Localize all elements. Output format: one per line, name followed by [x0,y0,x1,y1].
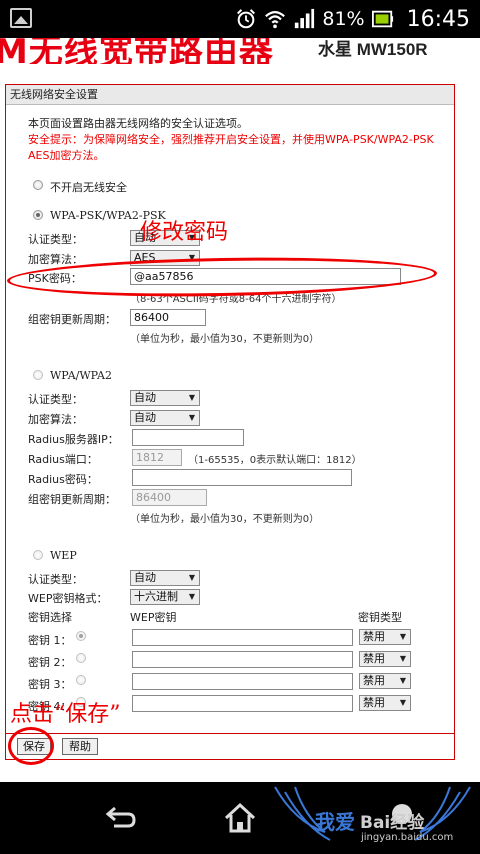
wpa-psk-rekey-hint: （单位为秒，最小值为30，不更新则为0） [130,334,320,345]
wep-key-1-type-select[interactable]: 禁用 [359,629,411,645]
router-banner: M无线宽带路由器 水星 MW150R [0,38,480,64]
wpa-auth-type-select[interactable]: 自动 [130,390,200,406]
watermark-brand: Bai经验 [360,813,425,833]
battery-icon [371,10,393,28]
android-nav-bar: 我爱 Bai经验 jingyan.baidu.com [0,782,480,854]
radius-password-label: Radius密码： [28,473,98,486]
wpa-psk-encryption-label: 加密算法： [28,253,83,266]
annotation-click-save: 点击“保存” [10,702,121,727]
help-button[interactable]: 帮助 [62,738,98,755]
wep-key-4-type-select[interactable]: 禁用 [359,695,411,711]
radio-wep[interactable] [33,550,43,560]
wifi-icon [265,11,286,29]
wep-key-3-input[interactable] [132,673,353,690]
gallery-notification-icon [10,8,32,28]
clock: 16:45 [406,6,470,32]
home-icon[interactable] [222,800,258,836]
alarm-icon [237,9,256,29]
col-wep-key: WEP密钥 [130,611,177,624]
wpa-rekey-input[interactable]: 86400 [132,489,207,506]
panel-description: 本页面设置路由器无线网络的安全认证选项。 [28,117,248,130]
radius-port-input[interactable]: 1812 [132,449,182,466]
wep-key-1-input[interactable] [132,629,353,646]
wep-label: WEP [50,549,77,562]
annotation-save-ellipse [8,727,54,765]
radius-ip-input[interactable] [132,429,244,446]
radio-wpa-psk[interactable] [33,210,43,220]
wep-key-4-input[interactable] [132,695,353,712]
wpa-psk-auth-type-label: 认证类型： [28,233,83,246]
wep-auth-type-label: 认证类型： [28,573,83,586]
wep-key-1-radio[interactable] [76,631,86,641]
panel-title: 无线网络安全设置 [6,85,454,105]
wep-auth-type-select[interactable]: 自动 [130,570,200,586]
radius-port-label: Radius端口： [28,453,98,466]
wpa-label: WPA/WPA2 [50,369,112,382]
status-bar: 81% 16:45 [0,0,480,38]
watermark-prefix: 我爱 [315,810,355,834]
radius-password-input[interactable] [132,469,352,486]
wep-key-1-label: 密钥 1： [28,634,72,647]
watermark-url: jingyan.baidu.com [361,832,454,843]
wep-key-format-select[interactable]: 十六进制 [130,589,200,605]
wireless-security-panel: 无线网络安全设置 本页面设置路由器无线网络的安全认证选项。 安全提示：为保障网络… [5,84,455,760]
radius-port-hint: （1-65535，0表示默认端口：1812） [188,455,362,466]
wpa-psk-rekey-label: 组密钥更新周期： [28,313,116,326]
radio-wpa[interactable] [33,370,43,380]
wep-key-3-radio[interactable] [76,675,86,685]
banner-title: M无线宽带路由器 [0,38,274,64]
col-key-select: 密钥选择 [28,611,72,624]
wep-key-format-label: WEP密钥格式： [28,592,108,605]
status-icons: 81% 16:45 [235,0,470,38]
no-security-label: 不开启无线安全 [50,181,127,194]
radius-ip-label: Radius服务器IP： [28,433,119,446]
col-key-type: 密钥类型 [358,611,402,624]
wep-key-3-type-select[interactable]: 禁用 [359,673,411,689]
banner-model: 水星 MW150R [318,40,428,59]
wpa-rekey-hint: （单位为秒，最小值为30，不更新则为0） [130,514,320,525]
signal-icon [295,8,315,29]
wep-key-2-label: 密钥 2： [28,656,72,669]
wep-key-3-label: 密钥 3： [28,678,72,691]
wpa-rekey-label: 组密钥更新周期： [28,493,116,506]
wpa-psk-rekey-input[interactable]: 86400 [130,309,206,326]
back-icon[interactable] [102,800,138,836]
radio-no-security[interactable] [33,180,43,190]
wpa-auth-type-label: 认证类型： [28,393,83,406]
battery-percent: 81% [322,8,365,30]
wpa-encryption-label: 加密算法： [28,413,83,426]
wep-key-2-type-select[interactable]: 禁用 [359,651,411,667]
baidu-watermark: 我爱 Bai经验 jingyan.baidu.com [265,782,480,854]
wpa-encryption-select[interactable]: 自动 [130,410,200,426]
security-warning: 安全提示：为保障网络安全，强烈推荐开启安全设置，并使用WPA-PSK/WPA2-… [28,133,434,162]
annotation-change-password: 修改密码 [140,220,229,245]
footer-divider [6,733,454,734]
wep-key-2-input[interactable] [132,651,353,668]
wep-key-2-radio[interactable] [76,653,86,663]
